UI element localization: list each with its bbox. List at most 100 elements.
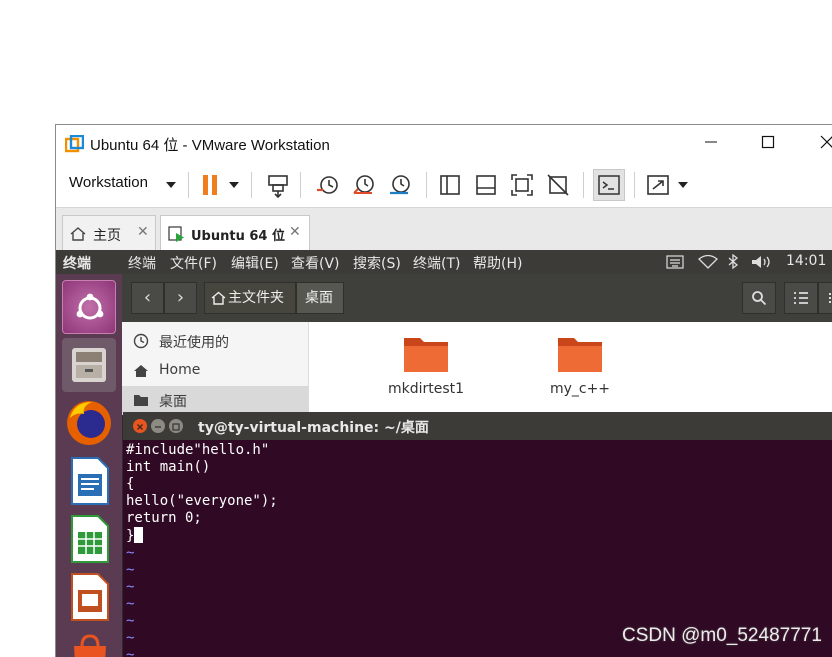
launcher-calc[interactable]: [62, 512, 116, 566]
fit-guest-icon[interactable]: [508, 171, 536, 199]
close-icon[interactable]: ✕: [137, 224, 149, 240]
window-title: Ubuntu 64 位 - VMware Workstation: [90, 137, 330, 154]
launcher-software-center[interactable]: A: [62, 628, 116, 657]
empty-line-marker: ~: [126, 545, 135, 561]
title-bar: Ubuntu 64 位 - VMware Workstation: [56, 125, 832, 163]
maximize-button[interactable]: [753, 131, 783, 157]
active-app-name: 终端: [63, 256, 91, 272]
empty-line-marker: ~: [126, 579, 135, 595]
chevron-down-icon[interactable]: [166, 182, 176, 188]
tab-home[interactable]: 主页 ✕: [62, 215, 156, 251]
menu-terminal[interactable]: 终端: [128, 253, 156, 273]
thumbnail-bar-icon[interactable]: [472, 171, 500, 199]
terminal-minimize-button[interactable]: [151, 419, 165, 433]
folder-name: mkdirtest1: [387, 381, 465, 397]
launcher-files[interactable]: [62, 338, 116, 392]
files-window: ‹ › 主文件夹 桌面 最近使用的 Home 桌面 mkdirtest1 my_…: [122, 274, 832, 415]
close-button[interactable]: [812, 131, 832, 157]
menu-terminal-t[interactable]: 终端(T): [413, 253, 460, 273]
vmware-logo-icon: [65, 135, 84, 153]
pause-icon[interactable]: [196, 171, 224, 199]
empty-line-marker: ~: [126, 596, 135, 612]
maximize-icon: [172, 423, 180, 431]
empty-line-marker: ~: [126, 613, 135, 629]
console-view-button[interactable]: [593, 169, 625, 201]
vmware-toolbar: Workstation: [56, 163, 832, 207]
launcher-writer[interactable]: [62, 454, 116, 508]
unity-off-icon[interactable]: [544, 171, 572, 199]
vm-running-icon: [168, 226, 184, 242]
calc-spreadsheet-icon: [71, 515, 109, 563]
code-line: {: [126, 476, 135, 492]
folder-icon: [134, 395, 148, 406]
guest-screen[interactable]: 终端 终端 文件(F) 编辑(E) 查看(V) 搜索(S) 终端(T) 帮助(H…: [56, 250, 832, 657]
launcher-ubuntu-software[interactable]: [62, 280, 116, 334]
terminal-icon: [598, 175, 620, 195]
menu-view[interactable]: 查看(V): [291, 253, 340, 273]
tab-label: Ubuntu 64 位: [191, 229, 285, 244]
folder-name: my_c++: [549, 381, 611, 397]
close-icon[interactable]: ✕: [289, 224, 301, 240]
menu-edit[interactable]: 编辑(E): [231, 253, 279, 273]
sidebar-item-desktop[interactable]: 桌面: [122, 386, 309, 415]
impress-presentation-icon: [71, 573, 109, 621]
menu-file[interactable]: 文件(F): [170, 253, 217, 273]
workstation-menu-button[interactable]: Workstation: [69, 174, 148, 191]
bluetooth-icon[interactable]: [727, 253, 739, 270]
clock[interactable]: 14:01: [786, 253, 826, 269]
sidebar-item-label: Home: [159, 362, 201, 378]
breadcrumb-desktop[interactable]: 桌面: [296, 282, 344, 314]
launcher-firefox[interactable]: [62, 396, 116, 450]
ubuntu-logo-icon: [76, 293, 104, 320]
revert-snapshot-icon[interactable]: [350, 171, 378, 199]
tab-ubuntu[interactable]: Ubuntu 64 位 ✕: [160, 215, 310, 251]
folder-item[interactable]: my_c++: [520, 334, 640, 397]
search-button[interactable]: [742, 282, 776, 314]
home-icon: [70, 227, 86, 241]
home-icon: [134, 365, 148, 377]
sidebar-view-icon[interactable]: [436, 171, 464, 199]
vmware-window: Ubuntu 64 位 - VMware Workstation Worksta…: [55, 124, 832, 657]
send-keys-icon[interactable]: [264, 171, 292, 199]
code-line: return 0;: [126, 510, 202, 526]
files-header-bar: ‹ › 主文件夹 桌面: [122, 274, 832, 322]
folder-icon: [558, 338, 602, 372]
ubuntu-launcher: A: [56, 274, 122, 657]
breadcrumb-home[interactable]: 主文件夹: [204, 282, 296, 314]
code-line: #include"hello.h": [126, 442, 270, 458]
back-button[interactable]: ‹: [131, 282, 164, 314]
terminal-maximize-button[interactable]: [169, 419, 183, 433]
minimize-button[interactable]: [696, 131, 726, 157]
terminal-window[interactable]: ty@ty-virtual-machine: ~/桌面 #include"hel…: [123, 412, 832, 657]
forward-button[interactable]: ›: [164, 282, 197, 314]
fullscreen-icon[interactable]: [644, 171, 672, 199]
toolbar-divider: [300, 172, 301, 198]
terminal-close-button[interactable]: [133, 419, 147, 433]
view-list-button[interactable]: [784, 282, 818, 314]
code-line: }: [126, 528, 135, 544]
menu-search[interactable]: 搜索(S): [353, 253, 401, 273]
folder-item[interactable]: mkdirtest1: [366, 334, 486, 397]
vim-editor-buffer[interactable]: #include"hello.h" int main() { hello("ev…: [126, 442, 278, 657]
shopping-bag-icon: A: [74, 634, 106, 657]
wifi-icon[interactable]: [698, 254, 718, 269]
keyboard-icon[interactable]: [666, 255, 684, 269]
terminal-title: ty@ty-virtual-machine: ~/桌面: [198, 420, 429, 436]
chevron-down-icon[interactable]: [229, 182, 239, 188]
volume-icon[interactable]: [750, 254, 772, 270]
snapshot-manager-icon[interactable]: [386, 171, 414, 199]
menu-help[interactable]: 帮助(H): [473, 253, 522, 273]
launcher-impress[interactable]: [62, 570, 116, 624]
folder-icon: [404, 338, 448, 372]
sidebar-item-home[interactable]: Home: [122, 357, 309, 386]
sidebar-item-recent[interactable]: 最近使用的: [122, 327, 309, 356]
ubuntu-top-panel: 终端 终端 文件(F) 编辑(E) 查看(V) 搜索(S) 终端(T) 帮助(H…: [56, 250, 832, 274]
toolbar-divider: [188, 172, 189, 198]
more-options-icon: [829, 293, 831, 303]
toolbar-divider: [634, 172, 635, 198]
empty-line-marker: ~: [126, 562, 135, 578]
snapshot-icon[interactable]: [314, 171, 342, 199]
view-options-button[interactable]: [818, 282, 832, 314]
toolbar-divider: [583, 172, 584, 198]
chevron-down-icon[interactable]: [678, 182, 688, 188]
